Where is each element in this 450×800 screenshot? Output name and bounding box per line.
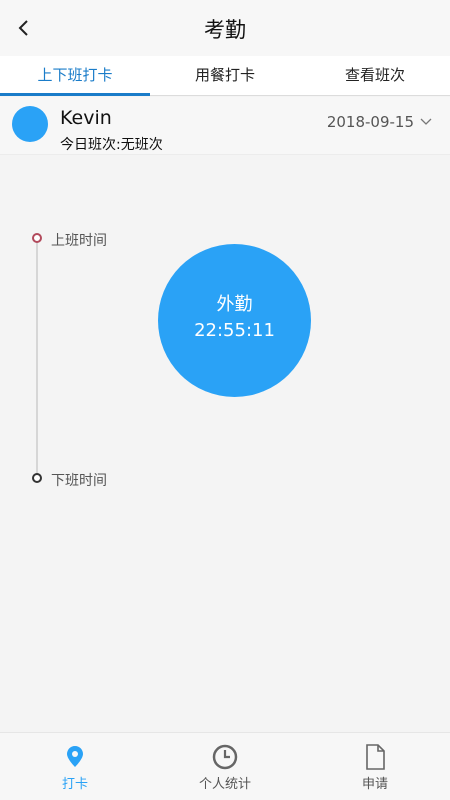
chevron-down-icon bbox=[420, 118, 432, 125]
tab-commute-punch[interactable]: 上下班打卡 bbox=[0, 56, 150, 96]
location-pin-icon bbox=[67, 746, 83, 767]
app-header: 考勤 bbox=[0, 0, 450, 56]
punch-time: 22:55:11 bbox=[194, 320, 275, 341]
avatar bbox=[12, 106, 48, 142]
start-time-dot bbox=[32, 233, 42, 243]
user-name: Kevin bbox=[60, 107, 112, 129]
nav-punch[interactable]: 打卡 bbox=[0, 733, 150, 800]
end-time-dot bbox=[32, 473, 42, 483]
tab-meal-punch[interactable]: 用餐打卡 bbox=[150, 56, 300, 95]
tab-bar: 上下班打卡 用餐打卡 查看班次 bbox=[0, 56, 450, 96]
nav-personal-stats[interactable]: 个人统计 bbox=[150, 733, 300, 800]
date-selector[interactable]: 2018-09-15 bbox=[327, 113, 432, 131]
timeline-line bbox=[36, 242, 38, 474]
user-info-row: Kevin 今日班次:无班次 2018-09-15 bbox=[0, 97, 450, 155]
end-time-label: 下班时间 bbox=[51, 473, 107, 489]
nav-apply-label: 申请 bbox=[361, 777, 388, 792]
clock-icon bbox=[212, 744, 238, 770]
punch-type: 外勤 bbox=[216, 294, 253, 315]
nav-apply[interactable]: 申请 bbox=[300, 733, 450, 800]
punch-button[interactable]: 外勤 22:55:11 bbox=[158, 244, 311, 397]
nav-punch-label: 打卡 bbox=[61, 777, 88, 792]
start-time-label: 上班时间 bbox=[51, 233, 107, 249]
bottom-nav: 打卡 个人统计 申请 bbox=[0, 732, 450, 800]
today-shift: 今日班次:无班次 bbox=[60, 137, 163, 153]
page-title: 考勤 bbox=[204, 18, 246, 42]
date-value: 2018-09-15 bbox=[326, 113, 414, 131]
document-icon bbox=[366, 744, 385, 770]
tab-view-shifts[interactable]: 查看班次 bbox=[300, 56, 450, 95]
nav-personal-stats-label: 个人统计 bbox=[198, 777, 251, 792]
